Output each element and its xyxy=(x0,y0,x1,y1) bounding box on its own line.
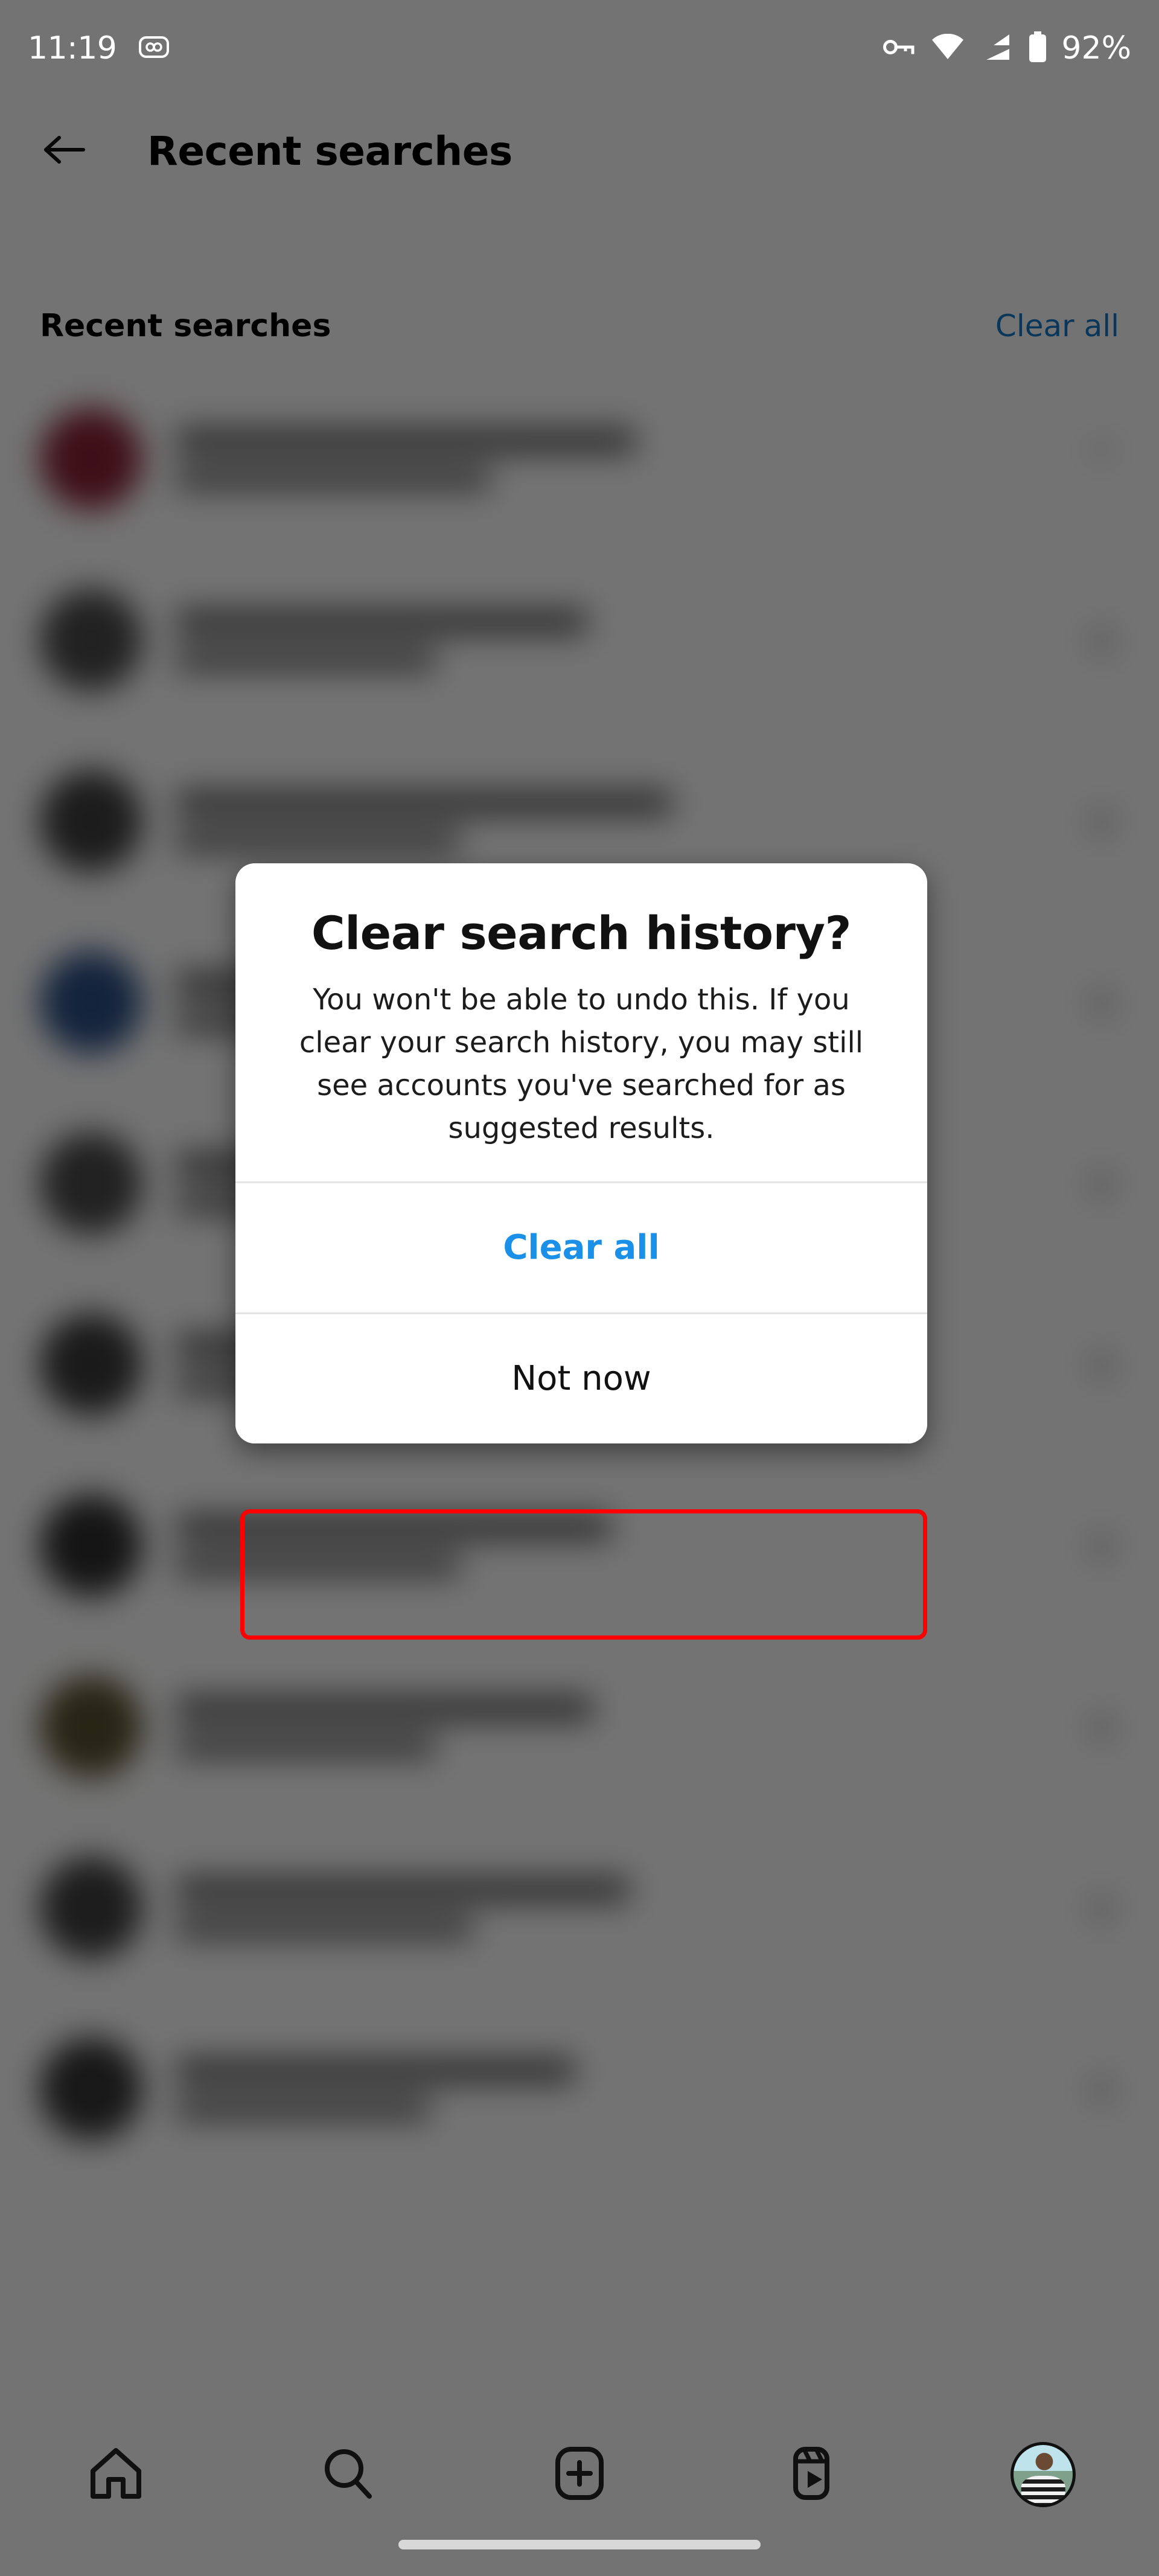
status-bar: 11:19 92% xyxy=(0,0,1159,97)
search-icon xyxy=(319,2444,377,2505)
home-icon xyxy=(87,2444,145,2505)
nav-reels[interactable] xyxy=(763,2438,860,2511)
battery-icon xyxy=(1027,31,1048,65)
nav-create[interactable] xyxy=(531,2438,628,2511)
clear-search-history-dialog: Clear search history? You won't be able … xyxy=(235,863,927,1443)
bottom-navigation-bar xyxy=(0,2401,1159,2576)
dialog-description: You won't be able to undo this. If you c… xyxy=(299,982,864,1145)
nav-home[interactable] xyxy=(68,2438,164,2511)
reels-icon xyxy=(782,2444,840,2505)
status-time: 11:19 xyxy=(28,30,117,66)
mobile-signal-icon xyxy=(980,33,1012,63)
notification-card-icon xyxy=(138,36,170,61)
phone-screen: Recent searches Recent searches Clear al… xyxy=(0,0,1159,2576)
home-indicator xyxy=(398,2540,761,2549)
nav-search[interactable] xyxy=(299,2438,396,2511)
battery-percent: 92% xyxy=(1061,30,1131,66)
plus-square-icon xyxy=(551,2444,608,2505)
wifi-icon xyxy=(931,33,965,63)
dialog-title: Clear search history? xyxy=(311,906,852,960)
dialog-body: Clear search history? You won't be able … xyxy=(235,863,927,1181)
not-now-button[interactable]: Not now xyxy=(235,1314,927,1443)
nav-profile[interactable] xyxy=(995,2438,1091,2511)
clear-all-button[interactable]: Clear all xyxy=(235,1183,927,1312)
profile-avatar xyxy=(1011,2442,1076,2507)
vpn-key-icon xyxy=(883,37,915,60)
